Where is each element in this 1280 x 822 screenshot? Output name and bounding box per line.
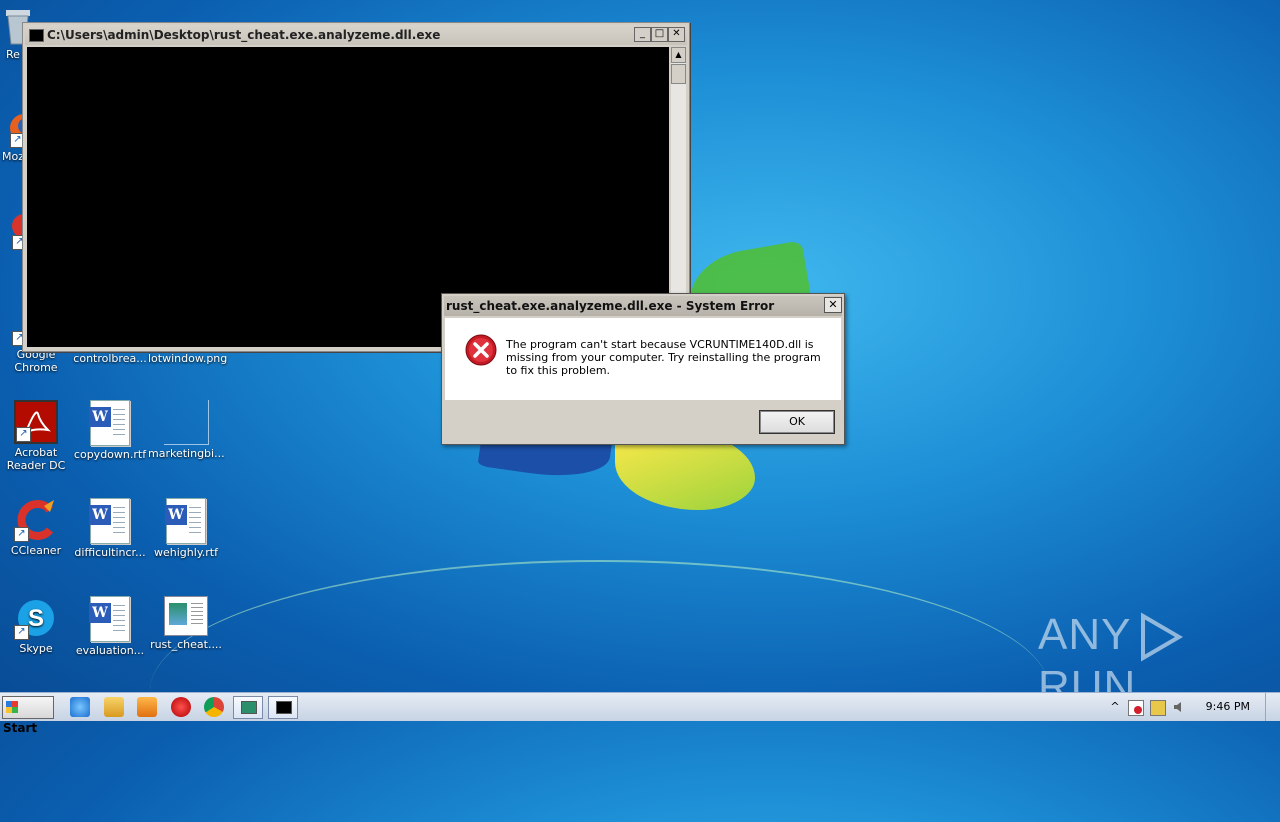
desktop-icon-label: wehighly.rtf [154, 546, 218, 559]
desktop-icon-ccleaner[interactable]: ↗ CCleaner [0, 498, 74, 557]
internet-explorer-icon[interactable] [70, 697, 90, 717]
word-document-icon: W [89, 400, 130, 446]
chrome-taskbar-icon[interactable] [204, 697, 224, 717]
console-title: C:\Users\admin\Desktop\rust_cheat.exe.an… [47, 28, 441, 42]
media-player-icon[interactable] [137, 697, 157, 717]
watermark-text-left: ANY [1038, 610, 1132, 659]
close-button[interactable]: ✕ [668, 27, 685, 42]
start-button[interactable]: Start [2, 696, 54, 735]
console-titlebar[interactable]: C:\Users\admin\Desktop\rust_cheat.exe.an… [25, 25, 687, 45]
dialog-title: rust_cheat.exe.analyzeme.dll.exe - Syste… [446, 299, 775, 313]
show-hidden-icons-icon[interactable]: ^ [1108, 700, 1122, 714]
system-error-dialog[interactable]: rust_cheat.exe.analyzeme.dll.exe - Syste… [441, 293, 845, 445]
opera-icon[interactable] [171, 697, 191, 717]
desktop-icon-marketing[interactable]: marketingbi... [148, 400, 225, 460]
dialog-close-button[interactable]: ✕ [824, 297, 842, 313]
volume-icon[interactable] [1172, 700, 1186, 714]
desktop-icon-evaluation[interactable]: W evaluation... [72, 596, 148, 657]
desktop-icon-label: rust_cheat.... [150, 638, 222, 651]
ccleaner-icon: ↗ [14, 498, 58, 542]
taskbar-app-rust-cheat[interactable] [233, 696, 263, 719]
desktop-icon-controlbreak[interactable]: controlbrea... [72, 352, 148, 365]
scroll-thumb[interactable] [671, 64, 686, 84]
file-icon [163, 400, 209, 445]
ok-button[interactable]: OK [759, 410, 835, 434]
word-document-icon: W [89, 498, 130, 544]
desktop-icon-label: evaluation... [75, 644, 145, 657]
desktop-icon-label: difficultincr... [74, 546, 146, 559]
acrobat-icon: ↗ [14, 400, 58, 444]
error-icon [465, 334, 497, 366]
shortcut-arrow-icon: ↗ [14, 527, 29, 542]
system-tray: ^ 9:46 PM [1100, 693, 1280, 721]
skype-icon: S ↗ [14, 596, 58, 640]
shortcut-arrow-icon: ↗ [14, 625, 29, 640]
desktop-icon-difficult[interactable]: W difficultincr... [72, 498, 148, 559]
desktop-icon-wehighly[interactable]: W wehighly.rtf [148, 498, 224, 559]
dialog-titlebar[interactable]: rust_cheat.exe.analyzeme.dll.exe - Syste… [444, 296, 842, 316]
word-document-icon: W [165, 498, 206, 544]
executable-icon [164, 596, 208, 636]
svg-text:S: S [28, 605, 44, 632]
start-label: Start [3, 721, 38, 735]
shortcut-arrow-icon: ↗ [16, 427, 31, 442]
file-explorer-icon[interactable] [104, 697, 124, 717]
desktop-icon-label: copydown.rtf [73, 448, 147, 461]
word-document-icon: W [89, 596, 130, 642]
desktop-icon-lotwindow[interactable]: lotwindow.png [148, 352, 228, 365]
desktop-icon-skype[interactable]: S ↗ Skype [0, 596, 74, 655]
minimize-button[interactable]: _ [634, 27, 651, 42]
windows-logo-icon [6, 700, 18, 713]
clock[interactable]: 9:46 PM [1206, 700, 1250, 713]
maximize-button[interactable]: □ [651, 27, 668, 42]
action-center-icon[interactable] [1128, 700, 1144, 716]
scroll-up-icon[interactable]: ▲ [671, 47, 686, 63]
dialog-body: The program can't start because VCRUNTIM… [445, 318, 841, 400]
desktop-icon-label: CCleaner [10, 544, 62, 557]
desktop-icon-label: Acrobat Reader DC [6, 446, 66, 472]
network-icon[interactable] [1150, 700, 1166, 716]
taskbar: Start ^ 9:46 PM [0, 692, 1280, 735]
wallpaper-streak [150, 560, 1050, 822]
desktop-icon-label: marketingbi... [148, 447, 225, 460]
desktop-icon-acrobat-reader[interactable]: ↗ Acrobat Reader DC [0, 400, 74, 472]
show-desktop-button[interactable] [1265, 693, 1280, 721]
desktop-icon-rust-cheat[interactable]: rust_cheat.... [148, 596, 224, 651]
console-icon [276, 701, 292, 714]
desktop-icon-copydown[interactable]: W copydown.rtf [72, 400, 148, 461]
console-icon [29, 29, 44, 42]
desktop-icon-label: controlbrea... [73, 352, 147, 365]
error-message: The program can't start because VCRUNTIM… [506, 338, 821, 377]
desktop-icon-label: Skype [19, 642, 53, 655]
desktop-icon-label: lotwindow.png [148, 352, 228, 365]
play-icon [1137, 612, 1184, 662]
executable-icon [241, 701, 257, 714]
taskbar-app-console[interactable] [268, 696, 298, 719]
